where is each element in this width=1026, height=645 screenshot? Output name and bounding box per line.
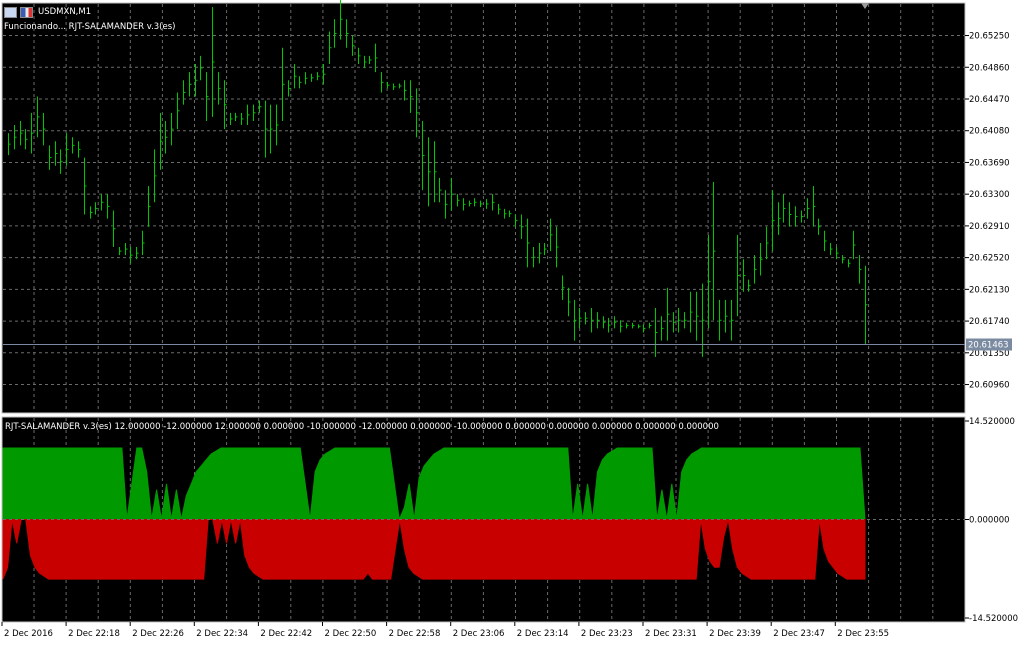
time-axis-label: 2 Dec 2016	[4, 629, 53, 639]
price-axis-label: 20.65250	[969, 32, 1010, 42]
time-axis-label: 2 Dec 23:14	[517, 629, 569, 639]
price-axis-label: 20.61740	[969, 317, 1010, 327]
chart-canvas[interactable]: 2 Dec 2016 2 Dec 22:18 2 Dec 22:26 2 Dec 22…	[0, 0, 1026, 645]
ea-status-text: Funcionando... RJT-SALAMANDER v.3(es)	[4, 22, 176, 32]
price-axis-label: 20.62910	[969, 222, 1010, 232]
time-axis-label: 2 Dec 23:39	[709, 629, 761, 639]
oscillator-axis-label: 14.520000	[969, 417, 1015, 427]
time-axis-label: 2 Dec 23:23	[581, 629, 633, 639]
time-axis-label: 2 Dec 22:26	[132, 629, 184, 639]
window-header: USDMXN,M1	[4, 6, 91, 18]
time-axis-label: 2 Dec 22:18	[68, 629, 120, 639]
price-axis-label: 20.63300	[969, 190, 1010, 200]
time-axis-label: 2 Dec 23:06	[453, 629, 505, 639]
time-axis-label: 2 Dec 22:42	[260, 629, 312, 639]
price-axis-label: 20.64080	[969, 127, 1010, 137]
bid-price-label: 20.61463	[968, 341, 1009, 351]
time-axis-label: 2 Dec 22:34	[196, 629, 248, 639]
chart-window-icon[interactable]	[4, 6, 17, 18]
symbol-flag-icon	[20, 6, 33, 18]
price-axis-label: 20.60960	[969, 381, 1010, 391]
oscillator-axis-label: -14.520000	[969, 614, 1018, 624]
chart-window[interactable]: 2 Dec 2016 2 Dec 22:18 2 Dec 22:26 2 Dec 22…	[0, 0, 1026, 645]
price-axis-label: 20.64470	[969, 95, 1010, 105]
time-axis-label: 2 Dec 23:47	[773, 629, 825, 639]
price-axis-label: 20.62520	[969, 254, 1010, 264]
chart-shift-marker-icon[interactable]	[861, 3, 869, 9]
time-axis-label: 2 Dec 22:58	[389, 629, 441, 639]
price-axis-label: 20.64860	[969, 63, 1010, 73]
indicator-title: RJT-SALAMANDER v.3(es) 12.000000 -12.000…	[5, 422, 719, 432]
time-axis-label: 2 Dec 22:50	[325, 629, 377, 639]
symbol-title: USDMXN,M1	[38, 7, 92, 17]
time-axis-label: 2 Dec 23:55	[837, 629, 889, 639]
price-axis-label: 20.63690	[969, 158, 1010, 168]
price-axis-label: 20.62130	[969, 285, 1010, 295]
time-axis-label: 2 Dec 23:31	[645, 629, 697, 639]
oscillator-axis-label: 0.000000	[969, 516, 1010, 526]
